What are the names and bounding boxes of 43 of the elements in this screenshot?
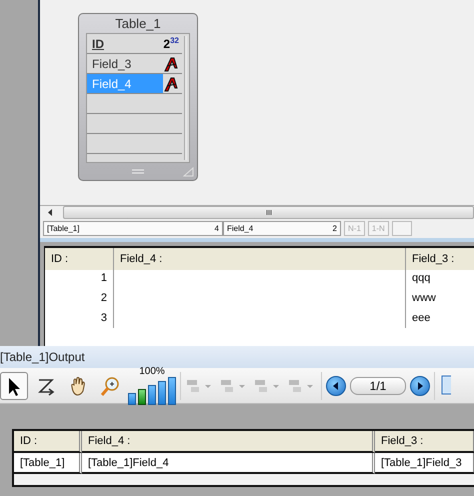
table-cell: [Table_1] (14, 453, 82, 474)
column-header[interactable]: Field_3 : (375, 431, 474, 453)
zoom-step[interactable] (148, 385, 156, 405)
zoom-step[interactable] (158, 381, 166, 405)
zoom-label: 100% (139, 366, 165, 377)
column-header[interactable]: Field_4 : (82, 431, 375, 453)
table-cell: qqq (406, 268, 474, 288)
status-field: Field_4 (227, 224, 254, 233)
scrollbar[interactable] (184, 36, 187, 160)
integer-type-label: 2$^{32}$ (163, 36, 180, 51)
column-header[interactable]: Field_3 : (406, 248, 474, 270)
column-header[interactable]: ID : (14, 431, 82, 453)
page-field[interactable]: 1/1 (350, 376, 406, 394)
status-count: 4 (214, 224, 219, 233)
zoom-step[interactable] (138, 389, 146, 405)
field-item[interactable]: Field_3 (87, 54, 136, 73)
table-cell: [Table_1]Field_4 (82, 453, 375, 474)
text-type-icon (163, 76, 179, 92)
status-table: [Table_1] (47, 224, 80, 233)
panel-title: [Table_1]Output (0, 350, 85, 364)
table-cell: 1 (45, 268, 114, 288)
table-widget[interactable]: Table_1 ID 2$^{32}$ Field_3 Field_4 (78, 13, 198, 181)
right-arrow-icon[interactable] (417, 382, 423, 390)
horizontal-scrollbar[interactable] (63, 206, 474, 219)
column-header[interactable]: ID : (45, 248, 114, 270)
table-cell: eee (406, 308, 474, 328)
status-count: 2 (332, 224, 337, 233)
zoom-step[interactable] (128, 393, 136, 405)
text-type-icon (163, 56, 179, 72)
table-cell: [Table_1]Field_3 (375, 453, 474, 474)
table-cell: www (406, 288, 474, 308)
table-cell: 2 (45, 288, 114, 308)
grip-icon[interactable] (266, 210, 272, 215)
column-header[interactable]: Field_4 : (114, 248, 406, 270)
field-item[interactable]: ID (87, 34, 109, 53)
table-title: Table_1 (115, 15, 161, 33)
left-arrow-icon[interactable] (333, 382, 339, 390)
scroll-left-icon[interactable] (48, 209, 53, 216)
previous-page-button[interactable] (326, 376, 346, 396)
table-cell: 3 (45, 308, 114, 328)
window-icon[interactable] (439, 374, 451, 398)
zoom-step[interactable] (168, 377, 176, 405)
next-page-button[interactable] (410, 376, 430, 396)
